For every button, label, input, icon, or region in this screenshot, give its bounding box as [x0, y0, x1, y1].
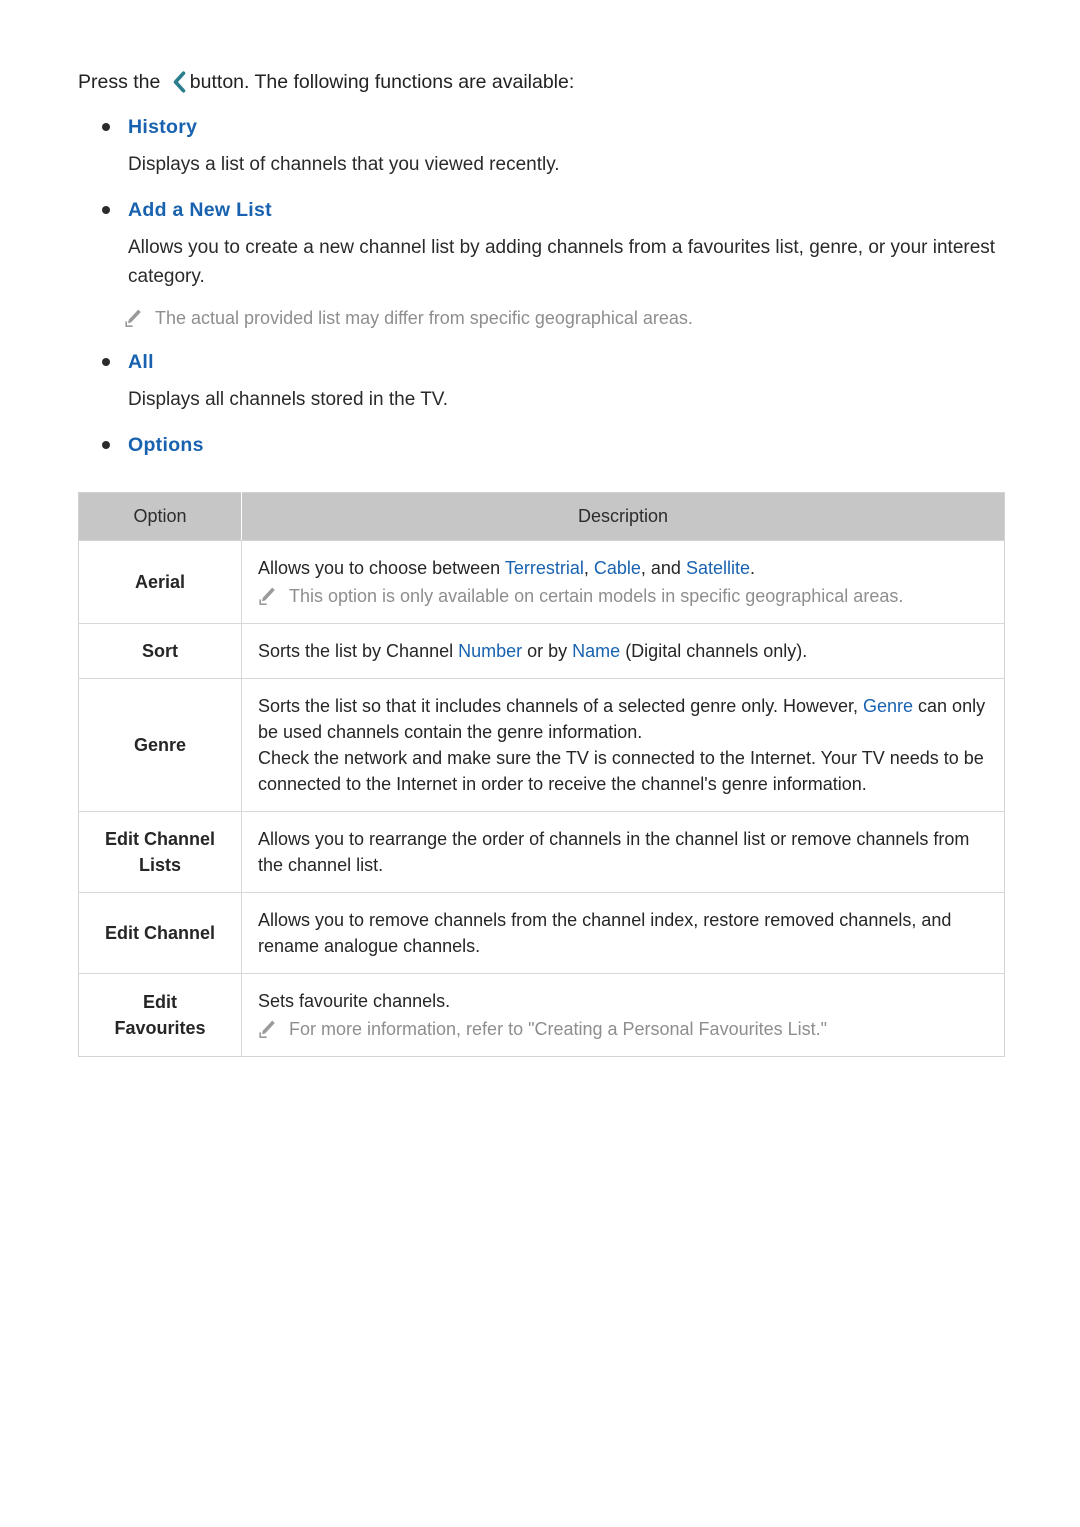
keyword-cable[interactable]: Cable — [594, 558, 641, 578]
option-name-edit-channel-lists[interactable]: Edit Channel Lists — [78, 811, 242, 893]
note-text: For more information, refer to "Creating… — [289, 1019, 827, 1039]
option-description-aerial: Allows you to choose between Terrestrial… — [241, 540, 1005, 624]
bullet-dot-icon — [102, 123, 110, 131]
options-table: Option Description Aerial Allows you to … — [78, 492, 1005, 1057]
desc-text: , and — [640, 558, 686, 578]
table-row: Aerial Allows you to choose between Terr… — [78, 540, 1005, 624]
keyword-terrestrial[interactable]: Terrestrial — [505, 558, 584, 578]
desc-text: Allows you to choose between — [258, 558, 505, 578]
keyword-number[interactable]: Number — [458, 641, 522, 661]
intro-text-before: Press the — [78, 71, 166, 93]
pencil-icon — [258, 586, 277, 606]
option-description-sort: Sorts the list by Channel Number or by N… — [241, 623, 1005, 679]
body-all: Displays all channels stored in the TV. — [128, 389, 449, 410]
keyword-genre[interactable]: Genre — [863, 696, 913, 716]
desc-text: (Digital channels only). — [620, 641, 808, 661]
option-description-edit-channel-lists: Allows you to rearrange the order of cha… — [241, 811, 1005, 893]
option-description-edit-channel: Allows you to remove channels from the c… — [241, 892, 1005, 974]
description-line: Check the network and make sure the TV i… — [258, 748, 984, 794]
table-row: Genre Sorts the list so that it includes… — [78, 678, 1005, 812]
table-row: Sort Sorts the list by Channel Number or… — [78, 623, 1005, 679]
description-line: Sorts the list so that it includes chann… — [258, 693, 988, 745]
bullet-label-history: History — [128, 116, 198, 138]
bullet-label-all: All — [128, 351, 154, 373]
table-header-row: Option Description — [78, 492, 1005, 541]
table-row: Edit Channel Allows you to remove channe… — [78, 892, 1005, 974]
body-history: Displays a list of channels that you vie… — [128, 154, 560, 175]
note-edit-favourites: For more information, refer to "Creating… — [258, 1016, 988, 1042]
keyword-satellite[interactable]: Satellite — [686, 558, 750, 578]
table-row: Edit Channel Lists Allows you to rearran… — [78, 811, 1005, 893]
intro-line: Press the button. The following function… — [78, 68, 1002, 96]
pencil-icon — [124, 308, 143, 328]
note-text: The actual provided list may differ from… — [155, 308, 693, 328]
description-line: Sets favourite channels. — [258, 991, 451, 1011]
column-header-option: Option — [78, 492, 242, 541]
description-line: Allows you to choose between Terrestrial… — [258, 555, 988, 581]
bullet-item-all[interactable]: All — [78, 349, 1002, 375]
bullet-item-add-a-new-list[interactable]: Add a New List — [78, 197, 1002, 223]
note-text: This option is only available on certain… — [289, 586, 904, 606]
note-add-a-new-list: The actual provided list may differ from… — [124, 305, 1002, 331]
desc-text: or by — [522, 641, 573, 661]
bullet-label-add-a-new-list: Add a New List — [128, 199, 272, 221]
back-chevron-icon — [170, 70, 188, 94]
bullet-dot-icon — [102, 358, 110, 366]
note-aerial: This option is only available on certain… — [258, 583, 988, 609]
bullet-label-options: Options — [128, 434, 204, 456]
desc-text: Sorts the list by Channel — [258, 641, 459, 661]
option-description-edit-favourites: Sets favourite channels. For more inform… — [241, 973, 1005, 1057]
desc-text: , — [583, 558, 594, 578]
bullet-dot-icon — [102, 441, 110, 449]
bullet-item-history[interactable]: History — [78, 114, 1002, 140]
option-name-genre[interactable]: Genre — [78, 678, 242, 812]
keyword-name[interactable]: Name — [572, 641, 620, 661]
desc-text: . — [749, 558, 755, 578]
option-description-genre: Sorts the list so that it includes chann… — [241, 678, 1005, 812]
document-page: Press the button. The following function… — [0, 0, 1080, 1527]
bullet-item-options[interactable]: Options — [78, 432, 1002, 458]
desc-text: Sorts the list so that it includes chann… — [258, 696, 863, 716]
bullet-dot-icon — [102, 206, 110, 214]
option-name-edit-favourites[interactable]: Edit Favourites — [78, 973, 242, 1057]
option-name-aerial[interactable]: Aerial — [78, 540, 242, 624]
description-line: Sorts the list by Channel Number or by N… — [258, 638, 988, 664]
option-name-edit-channel[interactable]: Edit Channel — [78, 892, 242, 974]
option-name-sort[interactable]: Sort — [78, 623, 242, 679]
intro-text-after: button. The following functions are avai… — [189, 71, 575, 93]
table-row: Edit Favourites Sets favourite channels.… — [78, 973, 1005, 1057]
pencil-icon — [258, 1019, 277, 1039]
body-add-a-new-list: Allows you to create a new channel list … — [128, 237, 996, 287]
column-header-description: Description — [241, 492, 1005, 541]
